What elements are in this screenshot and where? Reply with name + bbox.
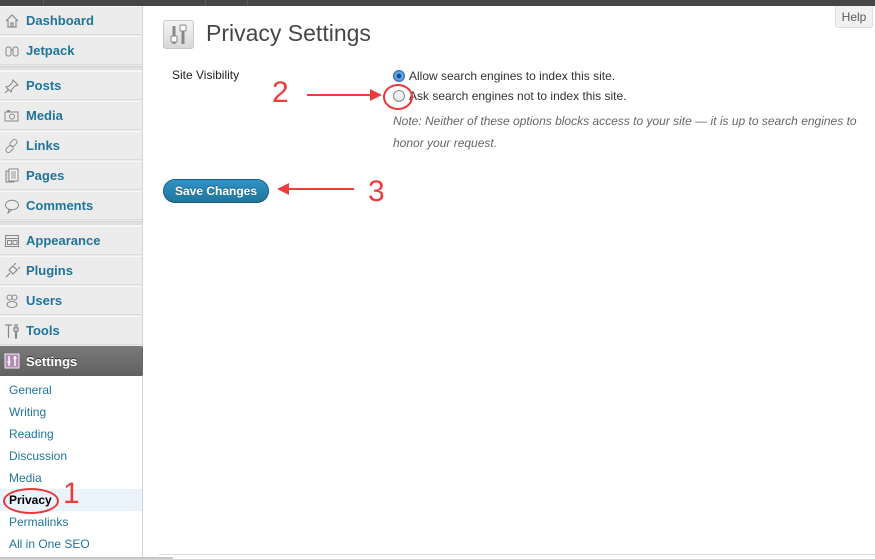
sidebar-item-label: Links xyxy=(26,138,60,153)
sidebar-item-label: Plugins xyxy=(26,263,73,278)
sidebar-item-pages[interactable]: Pages xyxy=(0,161,142,190)
option-label: Allow search engines to index this site. xyxy=(409,69,616,83)
help-button[interactable]: Help xyxy=(835,6,873,28)
sidebar-item-dashboard[interactable]: Dashboard xyxy=(0,6,142,35)
sidebar-item-label: Dashboard xyxy=(26,13,94,28)
sidebar-item-posts[interactable]: Posts xyxy=(0,71,142,100)
sidebar-item-jetpack[interactable]: Jetpack xyxy=(0,36,142,65)
sidebar-item-label: Settings xyxy=(26,353,78,369)
note-line: honor your request. xyxy=(393,136,498,150)
sidebar-item-label: Comments xyxy=(26,198,94,213)
pushpin-icon xyxy=(3,77,21,95)
radio-allow-indexing[interactable] xyxy=(393,70,405,82)
sidebar-item-comments[interactable]: Comments xyxy=(0,191,142,220)
submenu-item-permalinks[interactable]: Permalinks xyxy=(0,511,142,533)
home-icon xyxy=(3,12,21,30)
site-visibility-label: Site Visibility xyxy=(172,68,240,82)
users-icon xyxy=(3,292,21,310)
sidebar-item-label: Pages xyxy=(26,168,65,183)
settings-sliders-icon xyxy=(163,20,194,49)
submenu-item-writing[interactable]: Writing xyxy=(0,401,142,423)
plug-icon xyxy=(3,262,21,280)
sidebar-item-plugins[interactable]: Plugins xyxy=(0,256,142,285)
sidebar-item-settings[interactable]: Settings xyxy=(0,346,151,376)
submenu-item-general[interactable]: General xyxy=(0,379,142,401)
sidebar-item-label: Users xyxy=(26,293,63,308)
page-title: Privacy Settings xyxy=(206,20,371,46)
annotation-circle-radio xyxy=(383,84,413,110)
note-line: Note: Neither of these options blocks ac… xyxy=(393,114,857,128)
sidebar-item-tools[interactable]: Tools xyxy=(0,316,142,345)
sidebar-item-label: Jetpack xyxy=(26,43,75,58)
sidebar-item-label: Posts xyxy=(26,78,62,93)
sidebar-item-label: Media xyxy=(26,108,63,123)
option-block-indexing[interactable]: Ask search engines not to index this sit… xyxy=(393,89,626,103)
submenu-item-reading[interactable]: Reading xyxy=(0,423,142,445)
sidebar-item-users[interactable]: Users xyxy=(0,286,142,315)
sidebar-item-label: Tools xyxy=(26,323,60,338)
save-changes-button[interactable]: Save Changes xyxy=(163,179,269,203)
annotation-circle-privacy xyxy=(3,488,59,514)
sidebar-item-media[interactable]: Media xyxy=(0,101,142,130)
appearance-icon xyxy=(3,232,21,250)
annotation-arrowhead xyxy=(370,89,382,101)
pages-icon xyxy=(3,167,21,185)
submenu-item-discussion[interactable]: Discussion xyxy=(0,445,142,467)
sidebar-item-appearance[interactable]: Appearance xyxy=(0,226,142,255)
submenu-item-all-in-one-seo[interactable]: All in One SEO xyxy=(0,533,142,555)
annotation-step-3: 3 xyxy=(368,175,385,208)
camera-icon xyxy=(3,107,21,125)
settings-submenu: General Writing Reading Discussion Media… xyxy=(0,376,142,559)
annotation-step-2: 2 xyxy=(272,76,289,109)
option-label: Ask search engines not to index this sit… xyxy=(409,89,627,103)
annotation-arrow-2 xyxy=(307,94,371,96)
annotation-arrow-3 xyxy=(288,188,354,190)
option-allow-indexing[interactable]: Allow search engines to index this site. xyxy=(393,69,615,83)
footer-divider xyxy=(159,554,875,555)
tools-icon xyxy=(3,322,21,340)
sidebar-item-label: Appearance xyxy=(26,233,101,248)
speech-bubble-icon xyxy=(3,197,21,215)
settings-sliders-icon xyxy=(3,352,21,370)
chain-link-icon xyxy=(3,137,21,155)
sidebar-item-links[interactable]: Links xyxy=(0,131,142,160)
annotation-step-1: 1 xyxy=(63,477,80,510)
jetpack-icon xyxy=(3,42,21,60)
visibility-note: Note: Neither of these options blocks ac… xyxy=(393,110,863,154)
